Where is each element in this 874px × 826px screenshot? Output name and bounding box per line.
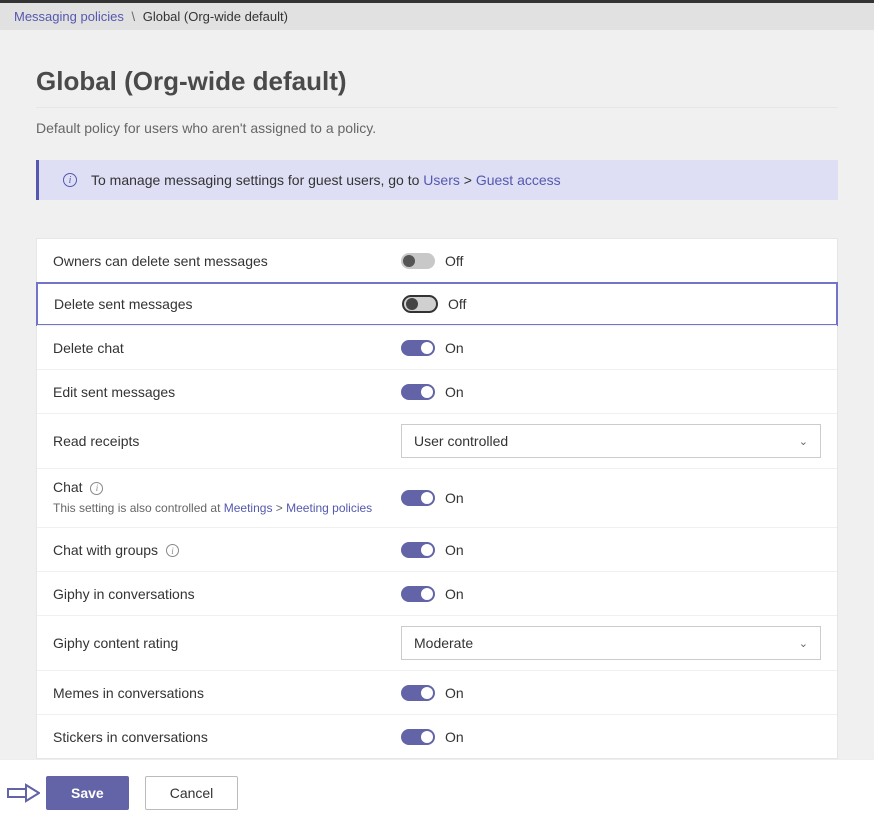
setting-label: Chat with groups i — [53, 542, 401, 558]
setting-giphy: Giphy in conversations On — [37, 571, 837, 615]
setting-label: Chat i This setting is also controlled a… — [53, 479, 401, 517]
toggle-stickers[interactable] — [401, 729, 435, 745]
toggle-chat[interactable] — [401, 490, 435, 506]
setting-label: Stickers in conversations — [53, 729, 401, 745]
arrow-icon — [6, 782, 40, 804]
select-value: Moderate — [414, 635, 473, 651]
chevron-down-icon: ⌄ — [799, 435, 808, 448]
toggle-state-text: On — [445, 586, 464, 602]
setting-sublabel: This setting is also controlled at Meeti… — [53, 499, 385, 517]
settings-card: Owners can delete sent messages Off Dele… — [36, 238, 838, 759]
info-icon: i — [63, 173, 77, 187]
sub-link-meeting-policies[interactable]: Meeting policies — [286, 501, 372, 515]
setting-read-receipts: Read receipts User controlled ⌄ — [37, 413, 837, 468]
info-icon[interactable]: i — [90, 482, 103, 495]
setting-label: Giphy in conversations — [53, 586, 401, 602]
setting-stickers: Stickers in conversations On — [37, 714, 837, 758]
banner-link-users[interactable]: Users — [423, 172, 460, 188]
toggle-owners-delete[interactable] — [401, 253, 435, 269]
info-banner-text: To manage messaging settings for guest u… — [91, 172, 561, 188]
info-banner: i To manage messaging settings for guest… — [36, 160, 838, 200]
setting-owners-delete: Owners can delete sent messages Off — [37, 239, 837, 283]
setting-delete-sent: Delete sent messages Off — [36, 282, 838, 326]
setting-label: Edit sent messages — [53, 384, 401, 400]
page-description: Default policy for users who aren't assi… — [36, 120, 838, 136]
toggle-memes[interactable] — [401, 685, 435, 701]
setting-label: Read receipts — [53, 433, 401, 449]
toggle-edit-sent[interactable] — [401, 384, 435, 400]
toggle-delete-chat[interactable] — [401, 340, 435, 356]
setting-label: Delete sent messages — [54, 296, 402, 312]
footer-bar: Save Cancel — [0, 759, 874, 826]
page-title: Global (Org-wide default) — [36, 66, 838, 108]
setting-label: Owners can delete sent messages — [53, 253, 401, 269]
setting-delete-chat: Delete chat On — [37, 325, 837, 369]
toggle-giphy[interactable] — [401, 586, 435, 602]
setting-edit-sent: Edit sent messages On — [37, 369, 837, 413]
toggle-state-text: On — [445, 685, 464, 701]
breadcrumb-parent-link[interactable]: Messaging policies — [14, 9, 124, 24]
toggle-state-text: On — [445, 729, 464, 745]
toggle-state-text: On — [445, 384, 464, 400]
breadcrumb-separator: \ — [131, 9, 135, 24]
select-read-receipts[interactable]: User controlled ⌄ — [401, 424, 821, 458]
sub-link-meetings[interactable]: Meetings — [224, 501, 273, 515]
toggle-state-text: On — [445, 542, 464, 558]
setting-label: Delete chat — [53, 340, 401, 356]
banner-link-guest-access[interactable]: Guest access — [476, 172, 561, 188]
toggle-state-text: On — [445, 340, 464, 356]
toggle-chat-groups[interactable] — [401, 542, 435, 558]
setting-memes: Memes in conversations On — [37, 670, 837, 714]
save-button[interactable]: Save — [46, 776, 129, 810]
setting-chat-groups: Chat with groups i On — [37, 527, 837, 571]
cancel-button[interactable]: Cancel — [145, 776, 239, 810]
setting-chat: Chat i This setting is also controlled a… — [37, 468, 837, 527]
select-giphy-rating[interactable]: Moderate ⌄ — [401, 626, 821, 660]
breadcrumb: Messaging policies \ Global (Org-wide de… — [0, 3, 874, 30]
setting-label: Memes in conversations — [53, 685, 401, 701]
breadcrumb-current: Global (Org-wide default) — [143, 9, 288, 24]
toggle-state-text: Off — [448, 296, 466, 312]
setting-label: Giphy content rating — [53, 635, 401, 651]
select-value: User controlled — [414, 433, 508, 449]
setting-giphy-rating: Giphy content rating Moderate ⌄ — [37, 615, 837, 670]
toggle-state-text: On — [445, 490, 464, 506]
toggle-state-text: Off — [445, 253, 463, 269]
chevron-down-icon: ⌄ — [799, 637, 808, 650]
info-icon[interactable]: i — [166, 544, 179, 557]
toggle-delete-sent[interactable] — [402, 295, 438, 313]
